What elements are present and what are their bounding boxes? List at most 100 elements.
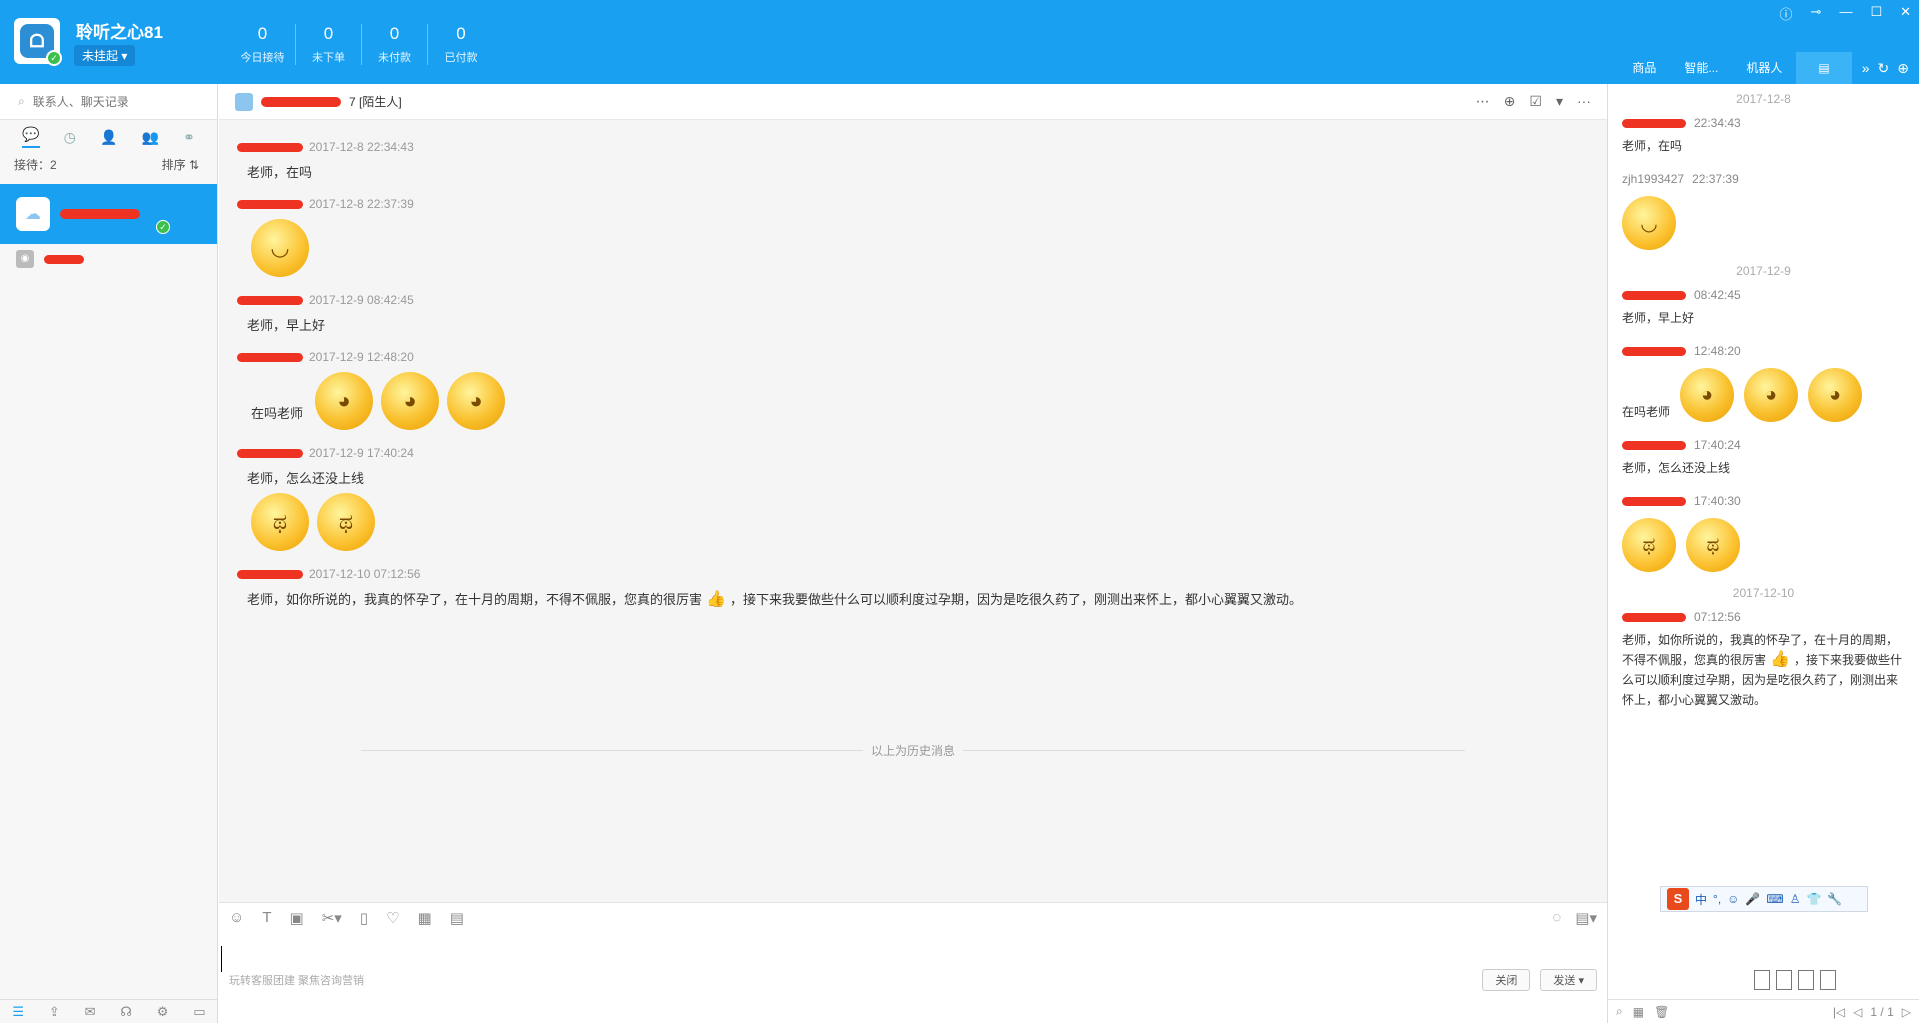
coupon-icon[interactable]: ▤ [450,909,464,927]
heart-icon[interactable]: ♡ [386,909,399,927]
placeholder-box [1798,970,1814,990]
tab-smart[interactable]: 智能... [1670,52,1732,84]
emoji-icon[interactable]: ☺ [1727,892,1739,906]
help-icon[interactable]: ⓘ [1780,4,1793,23]
first-page-icon[interactable]: |◁ [1833,1005,1845,1019]
recent-tab-icon[interactable]: ◷ [64,129,76,146]
conversation-item-active[interactable]: ☁ ✓ [0,184,217,244]
shake-icon[interactable]: ▯ [360,909,368,927]
upload-icon[interactable]: ⇪ [49,1004,60,1020]
delete-icon[interactable]: 🗑 [1654,1005,1669,1019]
mic-icon[interactable]: 🎤 [1745,892,1760,906]
stat-unpaid[interactable]: 0 未付款 [362,24,428,65]
tab-history[interactable]: ▤ [1796,52,1852,84]
crying-emoji-icon[interactable]: ಥ [251,493,309,551]
font-icon[interactable]: T [262,909,271,926]
tab-robot[interactable]: 机器人 [1732,52,1796,84]
history-text: 在吗老师 [1622,405,1671,419]
stat-value: 0 [456,24,466,43]
smile-emoji-icon[interactable]: ◡ [251,219,309,277]
shop-avatar[interactable]: ᗝ ✓ [14,18,62,66]
search-icon: ⌕ [18,94,25,108]
chevron-down-icon[interactable]: ▾ [1556,93,1563,110]
shy-emoji-icon[interactable]: ◕ [315,372,374,430]
more-icon[interactable]: ··· [1577,93,1591,110]
placeholder-box [1820,970,1836,990]
thumbs-up-icon: 👍 [706,591,726,608]
prev-page-icon[interactable]: ◁ [1853,1005,1862,1019]
history-label-text: 以上为历史消息 [862,744,963,758]
quick-reply-icon[interactable]: ◌ [1552,909,1561,927]
headset-icon[interactable]: ☊ [120,1004,132,1020]
stat-not-ordered[interactable]: 0 未下单 [296,24,362,65]
org-tab-icon[interactable]: ⚭ [183,129,195,146]
wrench-icon[interactable]: 🔧 [1827,892,1842,906]
history-text: 老师，在吗 [1622,139,1683,153]
transfer-icon[interactable]: ⋯ [1476,93,1490,110]
menu-icon[interactable]: ☰ [12,1004,24,1020]
chat-tab-icon[interactable]: 💬 [22,126,40,148]
add-icon[interactable]: ⊕ [1897,60,1909,77]
contact-tab-icon[interactable]: 👤 [100,129,117,146]
history-tab-icon: ▤ [1818,61,1830,75]
redacted-sender [1622,118,1686,128]
history-item: 17:40:24 老师，怎么还没上线 [1622,436,1905,478]
history-log: 2017-12-8 22:34:43 老师，在吗 zjh1993427 22:37… [1608,84,1919,710]
message-time: 2017-12-9 12:48:20 [309,350,414,364]
scissors-icon[interactable]: ✂▾ [322,909,342,927]
calendar-icon[interactable]: ▦ [1633,1005,1644,1019]
calculator-icon[interactable]: ▦ [418,909,432,927]
refresh-icon[interactable]: ↻ [1878,60,1890,77]
page-indicator[interactable]: 1 / 1 [1870,1005,1893,1019]
search-icon[interactable]: ⌕ [1616,1004,1623,1019]
maximize-icon[interactable]: ☐ [1870,4,1882,23]
history-time: 07:12:56 [1694,610,1741,624]
sort-button[interactable]: 排序 ⇅ [162,156,199,173]
conversation-item[interactable]: ◉ [0,244,217,274]
window-icon[interactable]: ▭ [193,1004,205,1020]
group-tab-icon[interactable]: 👥 [142,129,159,146]
pin-icon[interactable]: ⊸ [1811,4,1822,23]
invite-icon[interactable]: ⊕ [1504,93,1516,110]
stat-today[interactable]: 0 今日接待 [230,24,296,65]
placeholder-box [1754,970,1770,990]
history-time: 08:42:45 [1694,288,1741,302]
history-date: 2017-12-8 [1736,92,1791,106]
pager: |◁ ◁ 1 / 1 ▷ [1833,1005,1911,1019]
status-dropdown[interactable]: 未挂起 ▾ [74,45,136,66]
shy-emoji-icon[interactable]: ◕ [381,372,440,430]
top-bar: ᗝ ✓ 聆听之心81 未挂起 ▾ 0 今日接待 0 未下单 0 未付款 0 已付… [0,0,1919,84]
message-list: 2017-12-8 22:34:43 老师，在吗 2017-12-8 22:37… [219,120,1607,902]
crying-emoji-icon[interactable]: ಥ [317,493,375,551]
settings-icon[interactable]: ⚙ [157,1004,169,1020]
more-tabs-icon[interactable]: » [1862,60,1870,77]
mail-icon[interactable]: ✉ [85,1004,96,1020]
shirt-icon[interactable]: 👕 [1806,892,1821,906]
contact-sidebar: ⌕ 💬 ◷ 👤 👥 ⚭ 接待：2 排序 ⇅ ☁ ✓ ◉ ☰ ⇪ ✉ ☊ ⚙ ▭ [0,84,218,1023]
image-icon[interactable]: ▣ [290,909,304,927]
ime-toolbar[interactable]: S 中 °, ☺ 🎤 ⌨ ♙ 👕 🔧 [1660,886,1868,912]
stat-label: 已付款 [444,52,478,64]
message-input[interactable]: 玩转客服团建 聚焦咨询营销 关闭 发送 ▾ [219,932,1607,992]
user-icon[interactable]: ♙ [1790,892,1801,906]
emoji-icon[interactable]: ☺ [229,909,244,926]
next-page-icon[interactable]: ▷ [1902,1005,1911,1019]
minimize-icon[interactable]: — [1839,4,1852,23]
tab-products[interactable]: 商品 [1618,52,1670,84]
close-button[interactable]: 关闭 [1482,969,1531,991]
message: 2017-12-9 08:42:45 老师，早上好 [237,291,1589,334]
message-text: 老师，在吗 [247,165,313,180]
search-input[interactable] [32,94,193,109]
stat-paid[interactable]: 0 已付款 [428,24,494,65]
ime-mode[interactable]: 中 [1695,891,1707,908]
order-icon[interactable]: ☑ [1529,93,1542,110]
message-time: 2017-12-8 22:34:43 [309,140,414,154]
close-icon[interactable]: ✕ [1900,4,1911,23]
history-text: 老师，早上好 [1622,311,1695,325]
shy-emoji-icon[interactable]: ◕ [447,372,506,430]
record-icon[interactable]: ▤▾ [1575,909,1597,927]
keyboard-icon[interactable]: ⌨ [1766,892,1783,906]
send-button[interactable]: 发送 ▾ [1540,969,1597,991]
chat-header-tools: ⋯ ⊕ ☑ ▾ ··· [1476,93,1591,110]
punctuation-icon[interactable]: °, [1713,892,1721,906]
